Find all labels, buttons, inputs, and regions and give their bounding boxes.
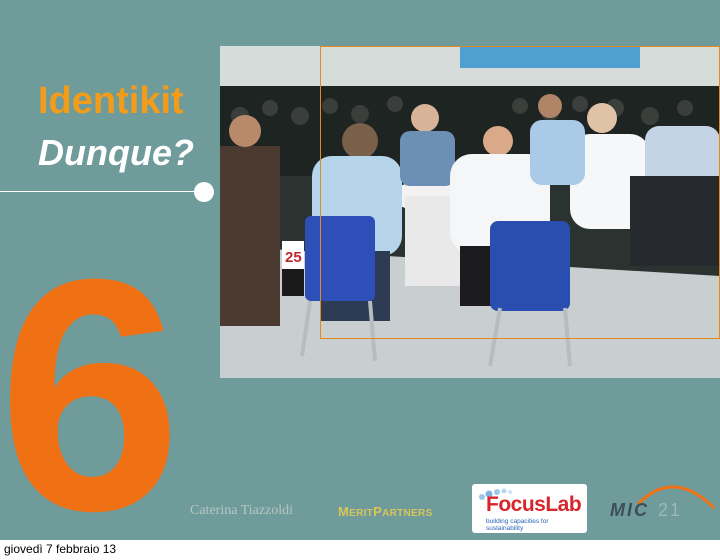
section-number: 6 bbox=[0, 210, 182, 541]
title-identikit: Identikit bbox=[38, 80, 184, 122]
meritpartners-logo: MERITPARTNERS bbox=[338, 504, 433, 519]
author-name: Caterina Tiazzoldi bbox=[190, 503, 294, 518]
merit-p: P bbox=[373, 504, 383, 519]
slide: Identikit Dunque? 6 25 Caterina Tiazzold… bbox=[0, 0, 720, 540]
divider-line bbox=[0, 191, 204, 192]
date-label: giovedì 7 febbraio 13 bbox=[4, 542, 117, 556]
merit-first: M bbox=[338, 504, 350, 519]
divider-dot bbox=[194, 182, 214, 202]
focuslab-logo: FocusLab building capacities for sustain… bbox=[472, 484, 587, 533]
mic-word: MIC bbox=[610, 500, 649, 520]
merit-rest1: ERIT bbox=[349, 508, 374, 519]
title-dunque: Dunque? bbox=[38, 132, 194, 173]
table-number-sign: 25 bbox=[285, 249, 302, 266]
focuslab-tagline: building capacities for sustainability bbox=[486, 518, 549, 532]
focuslab-name: FocusLab bbox=[486, 493, 582, 516]
meeting-photo: 25 bbox=[220, 46, 720, 378]
mic21-logo: MIC 21 bbox=[608, 472, 718, 534]
merit-rest2: ARTNERS bbox=[382, 508, 433, 519]
mic-number: 21 bbox=[658, 500, 683, 520]
